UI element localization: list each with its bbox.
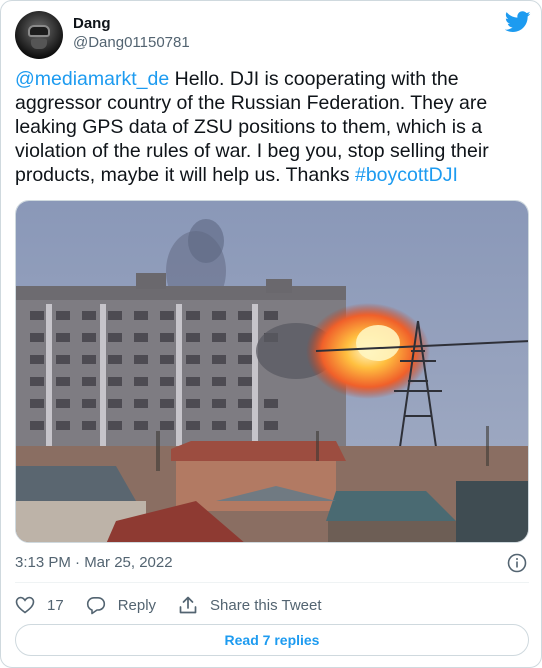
helmet-visor (28, 25, 50, 37)
tweet-header: Dang @Dang01150781 (15, 9, 531, 59)
photo-explosion-scene (16, 201, 528, 542)
reply-label: Reply (117, 596, 157, 614)
heart-icon (15, 596, 35, 614)
reply-icon (86, 596, 105, 614)
reply-button[interactable]: Reply (86, 596, 156, 615)
author-display-name[interactable]: Dang (73, 15, 190, 33)
tweet-photo[interactable] (15, 200, 529, 543)
like-count: 17 (47, 596, 64, 614)
tweet-actions: 17 Reply Share this Tweet (15, 593, 344, 617)
helmet-chin (31, 39, 47, 49)
author-names: Dang @Dang01150781 (73, 15, 190, 53)
author-handle[interactable]: @Dang01150781 (73, 33, 190, 53)
hashtag-link[interactable]: #boycottDJI (355, 164, 458, 186)
share-label: Share this Tweet (210, 596, 322, 614)
tweet-text: @mediamarkt_de Hello. DJI is cooperating… (15, 67, 529, 187)
mention-link[interactable]: @mediamarkt_de (15, 68, 169, 90)
share-icon (179, 596, 197, 614)
tweet-card: Dang @Dang01150781 @mediamarkt_de Hello.… (0, 0, 542, 668)
tweet-timestamp[interactable]: 3:13 PM · Mar 25, 2022 (15, 554, 173, 571)
info-icon[interactable] (507, 553, 527, 573)
like-button[interactable]: 17 (15, 596, 64, 614)
divider (15, 582, 529, 583)
read-replies-button[interactable]: Read 7 replies (15, 624, 529, 656)
twitter-bird-icon[interactable] (505, 11, 531, 33)
share-button[interactable]: Share this Tweet (178, 595, 322, 615)
author-avatar[interactable] (15, 11, 63, 59)
